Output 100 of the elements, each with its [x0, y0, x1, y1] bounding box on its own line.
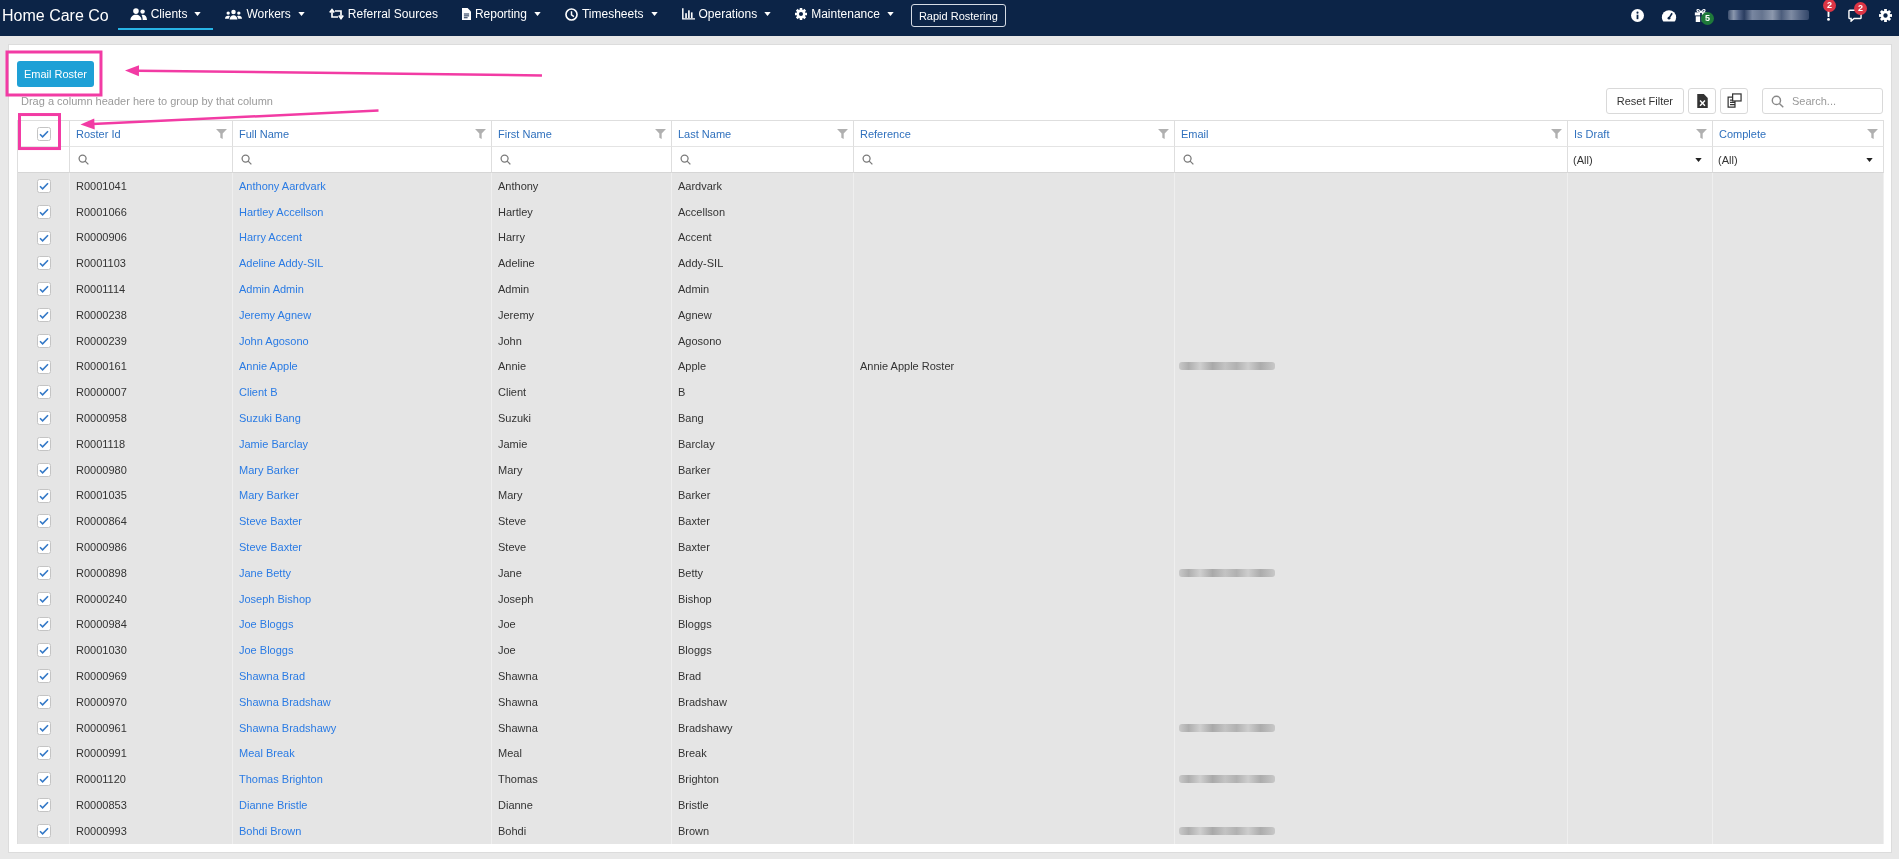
filter-dropdown[interactable]: (All)	[1713, 147, 1883, 172]
nav-menu-item[interactable]: Workers	[213, 0, 317, 30]
row-checkbox[interactable]	[36, 333, 51, 348]
table-row[interactable]: R0001041 Anthony Aardvark Anthony Aardvark	[18, 173, 1884, 199]
row-checkbox[interactable]	[36, 772, 51, 787]
table-cell: R0000958	[70, 405, 233, 431]
nav-menu-item[interactable]: Operations	[669, 0, 784, 30]
table-row[interactable]: R0000991 Meal Break Meal Break	[18, 740, 1884, 767]
table-row[interactable]: R0000906 Harry Accent Harry Accent	[18, 224, 1884, 251]
table-cell: Jamie	[492, 430, 672, 457]
table-cell: Bloggs	[672, 611, 854, 638]
blurred-username[interactable]	[1728, 10, 1809, 20]
caret-icon	[1866, 157, 1873, 162]
table-cell: Agosono	[672, 327, 854, 354]
filter-dropdown[interactable]: (All)	[1568, 147, 1712, 172]
info-icon[interactable]	[1631, 8, 1644, 22]
column-header[interactable]: Is Draft	[1574, 127, 1610, 140]
settings-icon[interactable]	[1879, 8, 1892, 22]
table-row[interactable]: R0000898 Jane Betty Jane Betty	[18, 559, 1884, 586]
row-checkbox[interactable]	[36, 746, 51, 761]
table-cell: R0000007	[70, 379, 233, 406]
table-row[interactable]: R0000980 Mary Barker Mary Barker	[18, 456, 1884, 483]
table-cell: R0000961	[70, 714, 233, 741]
row-checkbox[interactable]	[36, 514, 51, 529]
row-checkbox[interactable]	[36, 307, 51, 322]
table-cell: R0000991	[70, 740, 233, 767]
table-row[interactable]: R0001035 Mary Barker Mary Barker	[18, 482, 1884, 509]
table-row[interactable]: R0000986 Steve Baxter Steve Baxter	[18, 534, 1884, 560]
row-checkbox[interactable]	[36, 462, 51, 477]
table-row[interactable]: R0000970 Shawna Bradshaw Shawna Bradshaw	[18, 688, 1884, 715]
row-checkbox[interactable]	[36, 385, 51, 400]
table-row[interactable]: R0000239 John Agosono John Agosono	[18, 327, 1884, 354]
table-row[interactable]: R0000969 Shawna Brad Shawna Brad	[18, 663, 1884, 689]
nav-menu-item[interactable]: Clients	[117, 0, 214, 30]
column-header[interactable]: Roster Id	[76, 127, 121, 140]
row-checkbox[interactable]	[36, 643, 51, 658]
table-cell: R0000238	[70, 302, 233, 328]
nav-menu-item[interactable]: Referral Sources	[316, 0, 450, 30]
table-row[interactable]: R0000007 Client B Client B	[18, 379, 1884, 406]
column-header[interactable]: Complete	[1719, 127, 1767, 140]
table-row[interactable]: R0000961 Shawna Bradshawy Shawna Bradshawy	[18, 714, 1884, 741]
table-row[interactable]: R0000984 Joe Bloggs Joe Bloggs	[18, 611, 1884, 638]
column-header[interactable]: Email	[1181, 127, 1209, 140]
row-checkbox[interactable]	[36, 256, 51, 271]
table-row[interactable]: R0000993 Bohdi Brown Bohdi Brown	[18, 817, 1884, 844]
table-row[interactable]: R0001114 Admin Admin Admin Admin	[18, 276, 1884, 302]
notification-badge: 2	[1854, 1, 1867, 15]
table-row[interactable]: R0001066 Hartley Accellson Hartley Accellson	[18, 198, 1884, 225]
column-header[interactable]: Reference	[860, 127, 911, 140]
column-header[interactable]: Last Name	[678, 127, 732, 140]
row-checkbox[interactable]	[36, 823, 51, 838]
table-row[interactable]: R0001030 Joe Bloggs Joe Bloggs	[18, 637, 1884, 664]
table-row[interactable]: R0000161 Annie Apple Annie Apple Annie Apple Roster	[18, 353, 1884, 380]
gauge-icon[interactable]	[1661, 8, 1677, 22]
table-row[interactable]: R0000864 Steve Baxter Steve Baxter	[18, 508, 1884, 535]
nav-menu-item[interactable]: Maintenance	[783, 0, 906, 30]
brand-name: Home Care Co	[1, 6, 109, 26]
table-cell: R0001120	[70, 766, 233, 793]
table-row[interactable]: R0000853 Dianne Bristle Dianne Bristle	[18, 792, 1884, 818]
table-cell: Hartley	[492, 198, 672, 225]
table-row[interactable]: R0001103 Adeline Addy-SIL Adeline Addy-SIL	[18, 250, 1884, 277]
export-button[interactable]	[1688, 87, 1716, 114]
row-checkbox[interactable]	[36, 204, 51, 219]
table-row[interactable]: R0000240 Joseph Bishop Joseph Bishop	[18, 585, 1884, 612]
select-all-checkbox[interactable]	[36, 126, 51, 141]
row-checkbox[interactable]	[36, 411, 51, 426]
reset-filter-button[interactable]: Reset Filter	[1605, 87, 1684, 114]
table-row[interactable]: R0001120 Thomas Brighton Thomas Brighton	[18, 766, 1884, 793]
table-cell: R0001035	[70, 482, 233, 509]
row-checkbox[interactable]	[36, 694, 51, 709]
nav-button[interactable]: Rapid Rostering	[910, 4, 1006, 27]
row-checkbox[interactable]	[36, 798, 51, 813]
search-field[interactable]: Search...	[1762, 87, 1883, 114]
table-cell: R0000906	[70, 224, 233, 251]
column-header[interactable]: Full Name	[239, 127, 290, 140]
column-header[interactable]: First Name	[498, 127, 552, 140]
row-checkbox[interactable]	[36, 436, 51, 451]
row-checkbox[interactable]	[36, 230, 51, 245]
table-row[interactable]: R0000958 Suzuki Bang Suzuki Bang	[18, 405, 1884, 431]
row-checkbox[interactable]	[36, 669, 51, 684]
search-icon	[1771, 94, 1784, 108]
row-checkbox[interactable]	[36, 565, 51, 580]
table-cell: Steve	[492, 534, 672, 560]
row-checkbox[interactable]	[36, 617, 51, 632]
table-cell: Break	[672, 740, 854, 767]
row-checkbox[interactable]	[36, 591, 51, 606]
table-row[interactable]: R0000238 Jeremy Agnew Jeremy Agnew	[18, 302, 1884, 328]
nav-menu-item[interactable]: Reporting	[449, 0, 553, 30]
row-checkbox[interactable]	[36, 359, 51, 374]
row-checkbox[interactable]	[36, 720, 51, 735]
table-cell: Brighton	[672, 766, 854, 793]
row-checkbox[interactable]	[36, 282, 51, 297]
row-checkbox[interactable]	[36, 178, 51, 193]
table-cell: Bristle	[672, 792, 854, 818]
column-chooser-button[interactable]	[1720, 87, 1748, 114]
row-checkbox[interactable]	[36, 540, 51, 555]
clock-icon	[564, 7, 578, 21]
row-checkbox[interactable]	[36, 488, 51, 503]
table-row[interactable]: R0001118 Jamie Barclay Jamie Barclay	[18, 430, 1884, 457]
nav-menu-item[interactable]: Timesheets	[552, 0, 670, 30]
